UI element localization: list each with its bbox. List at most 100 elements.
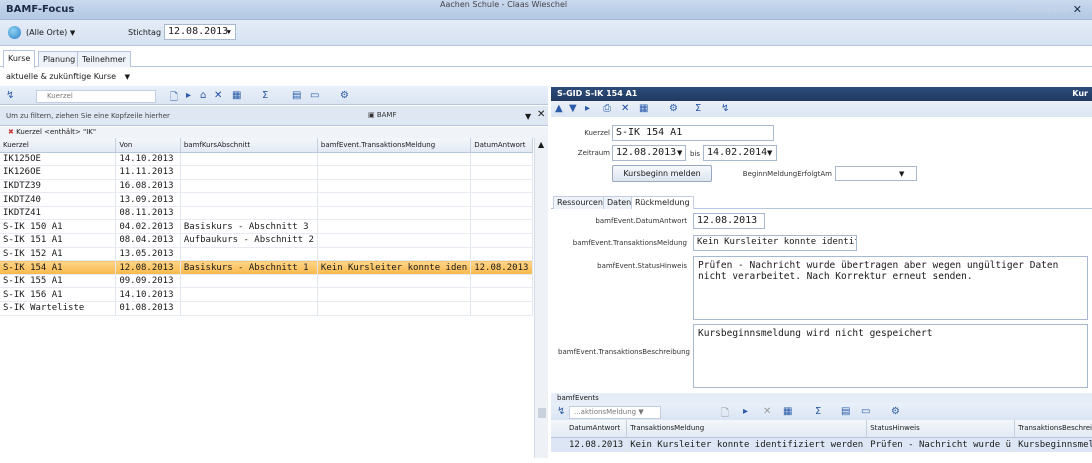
remove-filter-icon[interactable]: ✖ [8,128,14,136]
close-icon[interactable]: ✕ [537,109,545,120]
table-row[interactable]: S-IK 152 A1 13.05.2013 [0,247,533,262]
table-cell[interactable] [470,165,533,180]
globe-icon[interactable] [8,26,21,39]
bamf-group-chip[interactable]: ▣ BAMF [368,111,397,119]
table-cell[interactable]: IKDTZ41 [0,206,117,221]
group-by-area[interactable]: Um zu filtern, ziehen Sie eine Kopfzeile… [0,106,548,126]
table-cell[interactable]: Basiskurs - Abschnitt 1 [180,260,318,275]
table-cell[interactable] [180,206,318,221]
table-cell[interactable]: S-IK Warteliste [0,301,117,316]
table-cell[interactable] [317,219,472,235]
tab-teilnehmer[interactable]: Teilnehmer [77,51,131,67]
table-cell[interactable]: S-IK 156 A1 [0,287,117,303]
table-cell[interactable] [470,287,533,303]
table-cell[interactable] [317,165,472,180]
table-cell[interactable] [317,287,472,303]
table-cell[interactable] [180,274,318,289]
table-row[interactable]: 12.08.2013 Kein Kursleiter konnte identif… [551,437,1092,452]
settings-icon[interactable]: ⚙ [669,103,678,114]
chevron-down-icon[interactable]: ▼ [767,149,772,157]
refresh-icon[interactable]: ↯ [721,103,729,114]
table-cell[interactable]: 16.08.2013 [115,179,181,194]
scroll-up-icon[interactable]: ▲ [538,140,544,149]
table-cell[interactable]: Kursbeginnsmeldung w [1014,437,1092,452]
table-cell[interactable] [317,152,472,167]
layout-alt-icon[interactable]: ▭ [861,406,870,417]
table-cell[interactable]: 13.09.2013 [115,192,181,207]
table-cell[interactable] [180,301,318,316]
kuerzel-field[interactable]: S-IK 154 A1 [612,125,774,141]
export-icon[interactable]: ▦ [783,406,792,417]
location-dropdown[interactable]: (Alle Orte) ▼ [26,28,75,37]
column-header-kuerzel[interactable]: Kuerzel [0,138,117,153]
tab-ressourcen[interactable]: Ressourcen [553,196,607,209]
stichtag-date-input[interactable]: 12.08.2013 ▼ [164,24,236,40]
table-cell[interactable] [470,247,533,262]
table-cell[interactable]: S-IK 152 A1 [0,247,117,262]
refresh-icon[interactable]: ↯ [557,406,565,417]
table-cell[interactable]: 04.02.2013 [115,219,181,235]
table-cell[interactable] [470,274,533,289]
table-cell[interactable]: IK125OE [0,152,117,167]
refresh-icon[interactable]: ↯ [6,90,14,101]
layout-icon[interactable]: ▤ [292,90,301,101]
table-row[interactable]: IK126OE 11.11.2013 [0,165,533,180]
table-cell[interactable]: 11.11.2013 [115,165,181,180]
table-cell[interactable] [180,165,318,180]
column-header-kursabschnitt[interactable]: bamfKursAbschnitt [180,138,318,153]
up-icon[interactable]: ▲ [555,103,563,114]
export-icon[interactable]: ▦ [232,90,241,101]
down-icon[interactable]: ▼ [569,103,577,114]
tab-kurse[interactable]: Kurse [3,50,36,68]
table-cell[interactable]: IKDTZ40 [0,192,117,207]
attachment-icon[interactable]: ⎙ [603,103,611,114]
open-folder-icon[interactable]: ▸ [585,103,590,114]
table-cell[interactable]: Kein Kursleiter konnte identifiziert wer… [626,437,868,452]
kuerzel-search-input[interactable]: Kuerzel [36,90,156,103]
open-folder-icon[interactable]: ▸ [186,90,191,101]
table-cell[interactable]: 01.08.2013 [115,301,181,316]
course-filter-dropdown[interactable]: aktuelle & zukünftige Kurse ▼ [0,68,1092,85]
column-header-transaktionsmeldung[interactable]: bamfEvent.TransaktionsMeldung [317,138,472,153]
table-row[interactable]: IKDTZ39 16.08.2013 [0,179,533,194]
table-cell[interactable] [470,192,533,207]
table-cell[interactable] [180,247,318,262]
table-cell[interactable] [180,179,318,194]
close-panel-icon[interactable]: ▼ [525,112,531,121]
events-search-input[interactable]: ...aktionsMeldung ▼ [569,406,661,419]
table-cell[interactable] [317,247,472,262]
table-cell[interactable]: Basiskurs - Abschnitt 3 [180,219,318,235]
scroll-thumb[interactable] [538,408,546,418]
datum-antwort-field[interactable]: 12.08.2013 [693,213,765,229]
table-cell[interactable] [470,233,533,248]
documentation-link[interactable]: Dokumentation [1016,6,1070,14]
table-cell[interactable]: 08.04.2013 [115,233,181,248]
beginn-meldung-field[interactable] [835,166,917,181]
table-cell[interactable] [317,192,472,207]
grid-scrollbar[interactable]: ▲ [534,138,548,458]
table-cell[interactable]: S-IK 151 A1 [0,233,117,248]
table-cell[interactable] [180,152,318,167]
table-cell[interactable] [317,274,472,289]
table-row[interactable]: S-IK Warteliste 01.08.2013 [0,301,533,316]
table-cell[interactable]: 14.10.2013 [115,287,181,303]
table-cell[interactable]: Aufbaukurs - Abschnitt 2 [180,233,318,248]
table-cell[interactable]: 12.08.2013 [115,260,181,275]
table-row[interactable]: S-IK 155 A1 09.09.2013 [0,274,533,289]
transaktions-beschreibung-field[interactable]: Kursbeginnsmeldung wird nicht gespeicher… [693,324,1088,388]
sum-icon[interactable]: Σ [262,90,268,101]
table-cell[interactable]: 12.08.2013 [551,437,628,452]
table-cell[interactable] [180,192,318,207]
column-header-von[interactable]: Von [115,138,181,153]
table-cell[interactable] [317,233,472,248]
settings-icon[interactable]: ⚙ [340,90,349,101]
zeitraum-from-field[interactable]: 12.08.2013 [612,145,686,161]
table-cell[interactable]: Kein Kursleiter konnte iden [317,260,472,275]
column-header-transaktionsmeldung[interactable]: TransaktionsMeldung [626,420,868,438]
table-cell[interactable]: S-IK 155 A1 [0,274,117,289]
table-cell[interactable]: IKDTZ39 [0,179,117,194]
table-cell[interactable]: 09.09.2013 [115,274,181,289]
table-cell[interactable]: IK126OE [0,165,117,180]
table-cell[interactable]: 13.05.2013 [115,247,181,262]
table-cell[interactable]: Prüfen - Nachricht wurde ü [866,437,1016,452]
